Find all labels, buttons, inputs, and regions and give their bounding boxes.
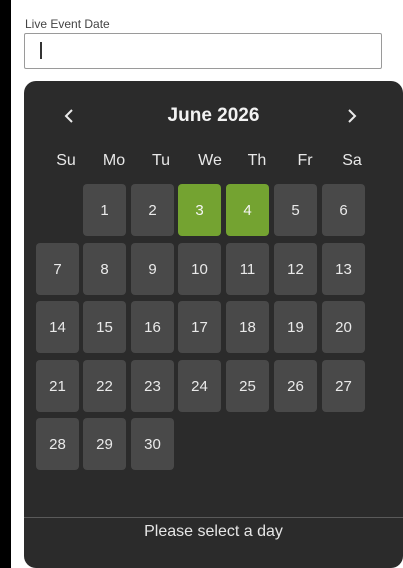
live-event-date-input[interactable] [24, 33, 382, 69]
day-cell[interactable]: 21 [36, 360, 79, 412]
day-cell[interactable]: 29 [83, 418, 126, 470]
day-cell[interactable]: 26 [274, 360, 317, 412]
day-cell[interactable]: 19 [274, 301, 317, 353]
calendar-popup: June 2026 Please select a day Su Mo Tu We Th… [24, 81, 403, 568]
day-cell[interactable]: 27 [322, 360, 365, 412]
chevron-right-icon [348, 109, 357, 123]
day-cell[interactable]: 14 [36, 301, 79, 353]
next-month-button[interactable] [339, 103, 365, 129]
weekday-header: Tu [151, 152, 171, 169]
day-cell[interactable]: 2 [131, 184, 174, 236]
weekday-header: Sa [342, 152, 362, 169]
day-cell[interactable]: 5 [274, 184, 317, 236]
day-cell[interactable]: 6 [322, 184, 365, 236]
day-cell[interactable]: 11 [226, 243, 269, 295]
field-label: Live Event Date [25, 17, 110, 31]
date-picker-panel: Live Event Date June 2026 Please select … [11, 0, 403, 568]
day-cell[interactable]: 17 [178, 301, 221, 353]
day-cell-selected[interactable]: 4 [226, 184, 269, 236]
day-cell[interactable]: 24 [178, 360, 221, 412]
day-cell[interactable]: 9 [131, 243, 174, 295]
weekday-header: Fr [297, 152, 313, 169]
weekday-header: Mo [102, 152, 126, 169]
weekday-header: We [198, 152, 222, 169]
day-cell-selected[interactable]: 3 [178, 184, 221, 236]
day-cell[interactable]: 15 [83, 301, 126, 353]
day-cell[interactable]: 7 [36, 243, 79, 295]
day-cell[interactable]: 23 [131, 360, 174, 412]
day-cell[interactable]: 30 [131, 418, 174, 470]
day-cell[interactable]: 25 [226, 360, 269, 412]
weekday-header: Su [56, 152, 76, 169]
weekday-header: Th [247, 152, 267, 169]
status-text: Please select a day [144, 523, 283, 540]
day-cell[interactable]: 1 [83, 184, 126, 236]
day-cell[interactable]: 13 [322, 243, 365, 295]
day-cell[interactable]: 8 [83, 243, 126, 295]
day-cell[interactable]: 18 [226, 301, 269, 353]
day-cell[interactable]: 28 [36, 418, 79, 470]
day-cell[interactable]: 10 [178, 243, 221, 295]
text-caret [40, 42, 42, 59]
day-cell[interactable]: 22 [83, 360, 126, 412]
day-cell[interactable]: 16 [131, 301, 174, 353]
day-cell[interactable]: 20 [322, 301, 365, 353]
day-cell[interactable]: 12 [274, 243, 317, 295]
footer-divider [24, 517, 403, 518]
